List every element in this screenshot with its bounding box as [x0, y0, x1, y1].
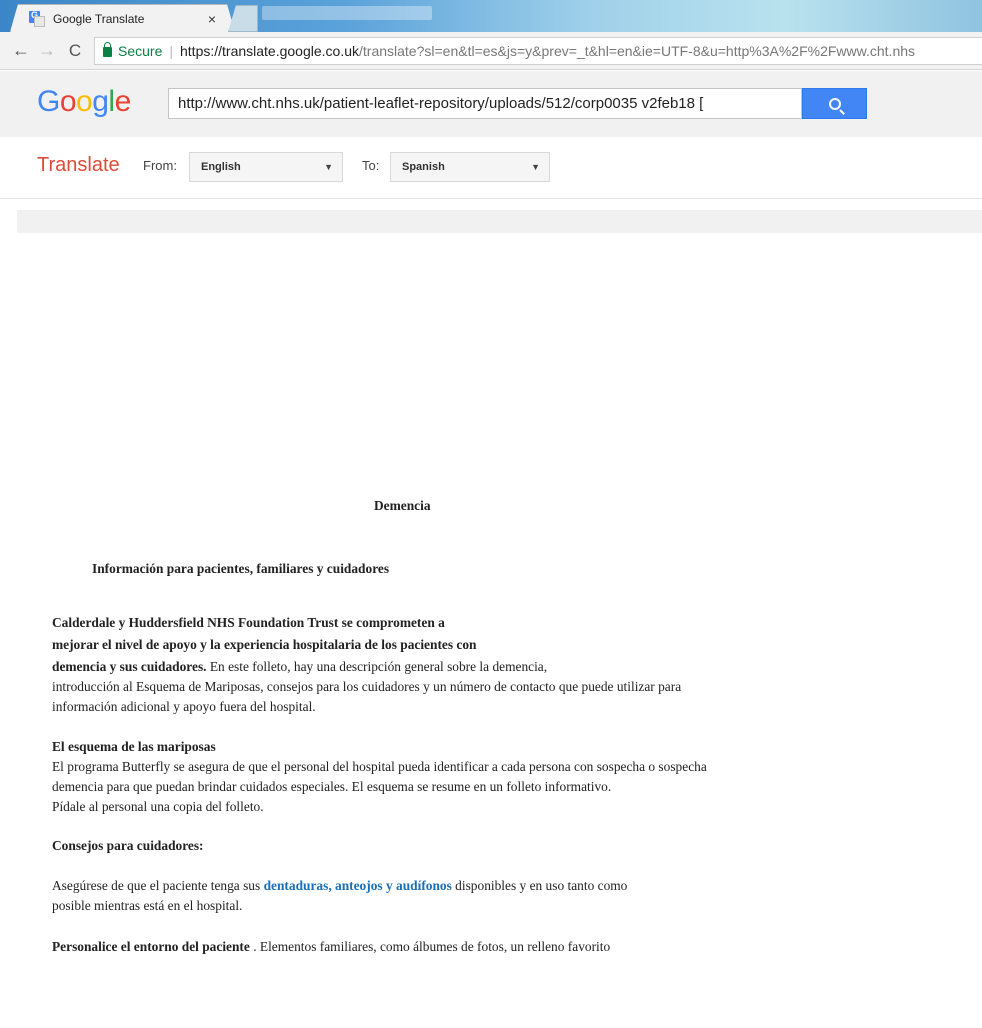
butterfly-line: demencia para que puedan brindar cuidado…: [52, 779, 612, 794]
browser-toolbar: ← → C Secure | https://translate.google.…: [0, 32, 982, 70]
butterfly-heading: El esquema de las mariposas: [52, 739, 216, 754]
translate-title: Translate: [37, 154, 120, 176]
tab-title: Google Translate: [53, 11, 145, 26]
carers-tip: Asegúrese de que el paciente tenga sus d…: [52, 878, 628, 893]
browser-tab-strip: G Google Translate ×: [0, 0, 982, 32]
intro-line: introducción al Esquema de Mariposas, co…: [52, 679, 682, 694]
back-arrow-icon[interactable]: ←: [10, 40, 32, 61]
document-subtitle: Información para pacientes, familiares y…: [92, 561, 390, 576]
intro-line: demencia y sus cuidadores. En este folle…: [52, 659, 548, 674]
chevron-down-icon: ▼: [531, 162, 540, 172]
to-language-value: Spanish: [402, 161, 445, 173]
google-translate-favicon-icon: G: [29, 11, 45, 27]
from-language-select[interactable]: English ▼: [189, 152, 343, 182]
tab-google-translate[interactable]: G Google Translate ×: [10, 4, 235, 32]
carers-heading: Consejos para cuidadores:: [52, 838, 204, 853]
google-logo[interactable]: Google: [37, 85, 131, 119]
url-path: /translate?sl=en&tl=es&js=y&prev=_t&hl=e…: [359, 42, 916, 59]
forward-arrow-icon[interactable]: →: [36, 40, 58, 61]
to-label: To:: [362, 158, 380, 173]
google-header: Google http://www.cht.nhs.uk/patient-lea…: [0, 71, 982, 137]
translated-frame-bar: [17, 210, 982, 233]
translate-bar: Translate From: English ▼ To: Spanish ▼: [0, 137, 982, 199]
secure-label: Secure: [118, 42, 163, 59]
tab-close-icon[interactable]: ×: [208, 11, 216, 27]
from-language-value: English: [201, 161, 241, 173]
intro-line: información adicional y apoyo fuera del …: [52, 699, 316, 714]
search-icon: [828, 97, 841, 110]
url-host: https://translate.google.co.uk: [180, 42, 359, 59]
chevron-down-icon: ▼: [324, 162, 333, 172]
to-language-select[interactable]: Spanish ▼: [390, 152, 550, 182]
carers-tip: Personalice el entorno del paciente . El…: [52, 939, 611, 954]
carers-tip: posible mientras está en el hospital.: [52, 898, 243, 913]
tab-blurred-area: [262, 6, 432, 20]
document-title: Demencia: [374, 498, 431, 513]
reload-icon[interactable]: C: [64, 41, 86, 61]
butterfly-line: Pídale al personal una copia del folleto…: [52, 799, 264, 814]
intro-line: mejorar el nivel de apoyo y la experienc…: [52, 637, 477, 652]
lock-icon: [103, 42, 112, 57]
url-text: https://translate.google.co.uk/translate…: [180, 43, 915, 59]
from-label: From:: [143, 158, 177, 173]
divider: |: [169, 42, 173, 59]
tab-inactive[interactable]: [228, 5, 258, 32]
translated-link[interactable]: dentaduras, anteojos y audífonos: [264, 878, 452, 893]
butterfly-line: El programa Butterfly se asegura de que …: [52, 759, 707, 774]
intro-line: Calderdale y Huddersfield NHS Foundation…: [52, 615, 445, 630]
url-input[interactable]: http://www.cht.nhs.uk/patient-leaflet-re…: [168, 88, 802, 119]
address-bar[interactable]: Secure | https://translate.google.co.uk/…: [94, 36, 982, 65]
search-button[interactable]: [802, 88, 867, 119]
